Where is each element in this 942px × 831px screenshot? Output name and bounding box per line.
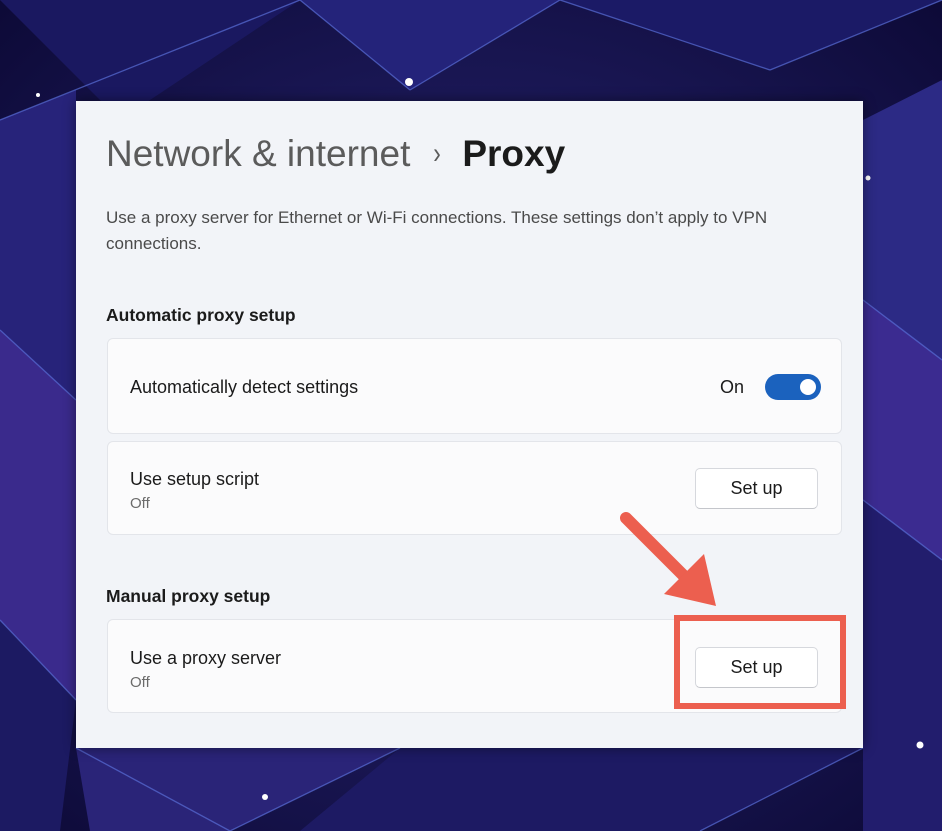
detect-settings-toggle[interactable] xyxy=(765,374,821,400)
detect-settings-row: Automatically detect settings On xyxy=(107,338,842,434)
setup-script-status: Off xyxy=(130,495,150,512)
manual-proxy-section-title: Manual proxy setup xyxy=(106,586,271,606)
chevron-right-icon: › xyxy=(433,137,442,170)
breadcrumb-network-internet[interactable]: Network & internet xyxy=(106,133,410,175)
setup-script-label: Use setup script xyxy=(130,469,260,489)
proxy-server-label: Use a proxy server xyxy=(130,648,282,668)
setup-script-setup-button[interactable]: Set up xyxy=(695,468,818,509)
detect-settings-label: Automatically detect settings xyxy=(130,377,359,397)
breadcrumb: Network & internet › Proxy xyxy=(106,131,565,177)
detect-settings-state: On xyxy=(720,377,745,397)
arrow-icon xyxy=(620,512,716,606)
page-title: Proxy xyxy=(462,133,566,174)
annotation-highlight-box xyxy=(674,615,846,709)
toggle-knob xyxy=(800,379,816,395)
proxy-server-status: Off xyxy=(130,674,150,691)
automatic-proxy-section-title: Automatic proxy setup xyxy=(106,305,296,325)
page-description: Use a proxy server for Ethernet or Wi-Fi… xyxy=(106,208,768,253)
